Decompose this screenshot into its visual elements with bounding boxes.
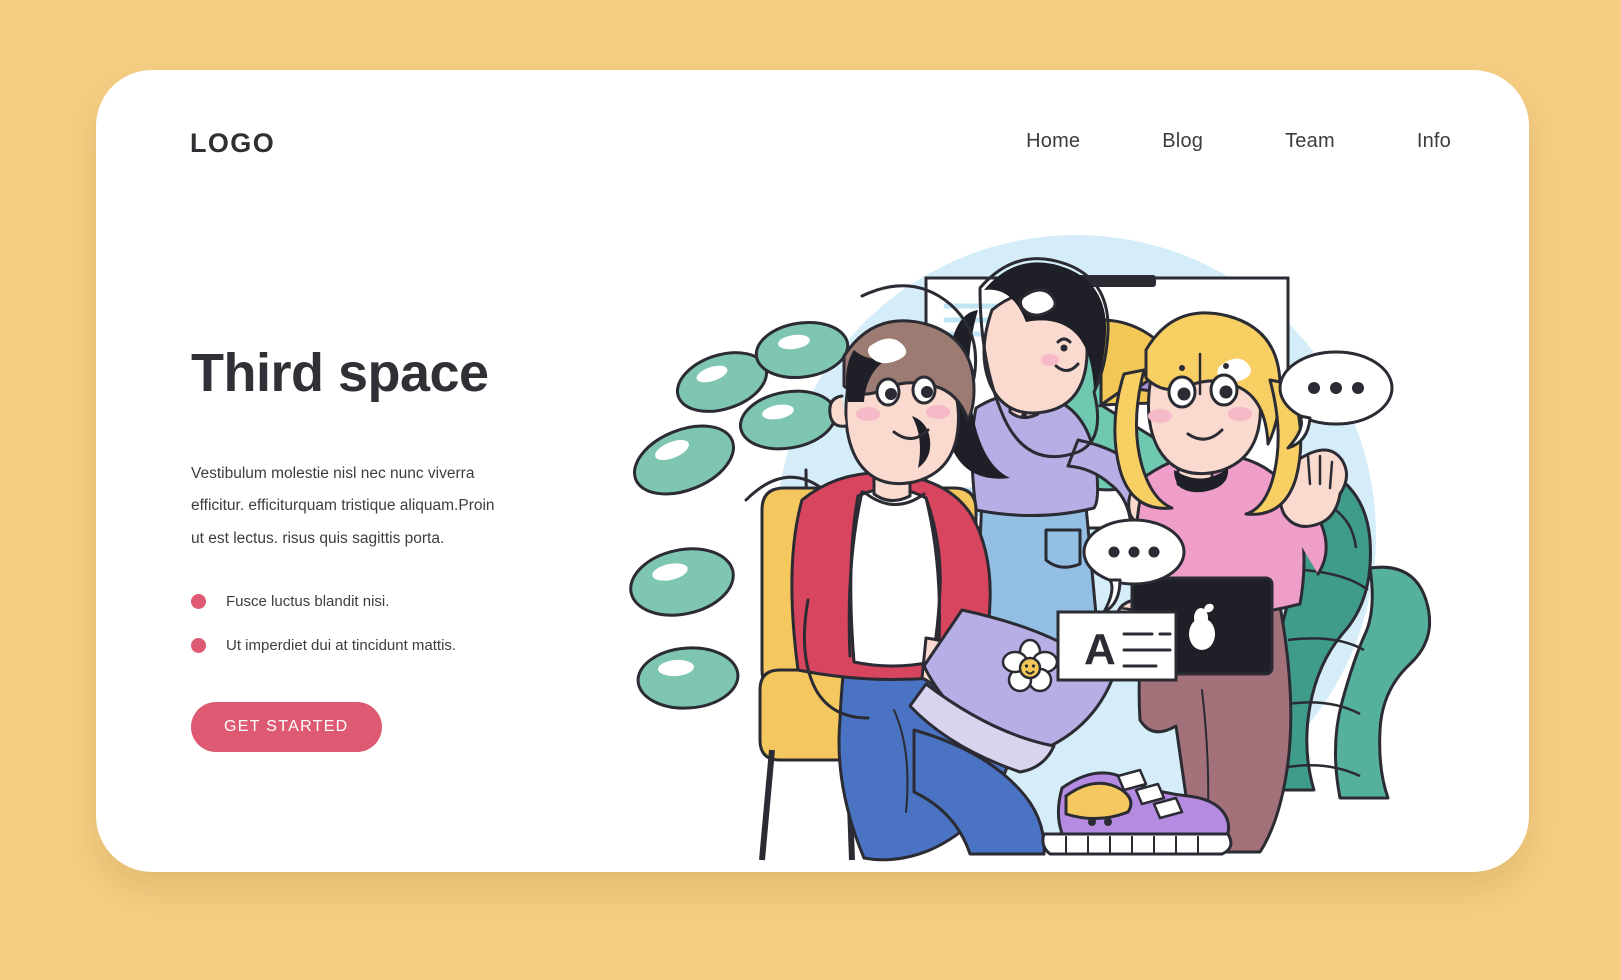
list-item: Ut imperdiet dui at tincidunt mattis. <box>191 637 611 654</box>
bullet-dot-icon <box>191 594 206 610</box>
logo[interactable]: LOGO <box>190 128 275 159</box>
main-navigation: Home Blog Team Info <box>1026 130 1451 153</box>
list-item: Fusce luctus blandit nisi. <box>191 593 611 610</box>
landing-page-card: LOGO Home Blog Team Info Third space Ves… <box>96 70 1529 872</box>
nav-link-team[interactable]: Team <box>1285 130 1335 153</box>
feature-label: Ut imperdiet dui at tincidunt mattis. <box>226 637 457 655</box>
letter-card: A <box>1056 610 1178 682</box>
letter-card-text: A <box>1084 625 1116 674</box>
hero-section: Third space Vestibulum molestie nisl nec… <box>191 343 611 753</box>
nav-link-home[interactable]: Home <box>1026 130 1080 153</box>
page-title: Third space <box>191 343 489 403</box>
get-started-button[interactable]: GET STARTED <box>191 702 382 753</box>
feature-label: Fusce luctus blandit nisi. <box>226 593 390 611</box>
nav-link-blog[interactable]: Blog <box>1162 130 1203 153</box>
hero-paragraph: Vestibulum molestie nisl nec nunc viverr… <box>191 464 495 547</box>
feature-list: Fusce luctus blandit nisi. Ut imperdiet … <box>191 593 611 654</box>
nav-link-info[interactable]: Info <box>1417 130 1451 153</box>
hero-illustration: A <box>626 170 1506 870</box>
bullet-dot-icon <box>191 638 206 654</box>
